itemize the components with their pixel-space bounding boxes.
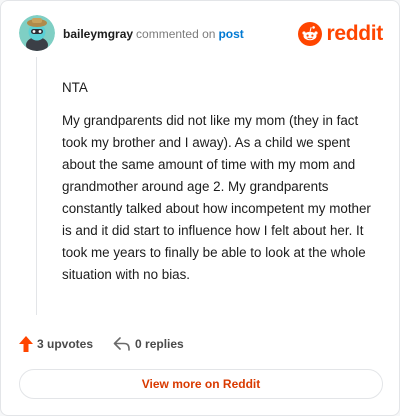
reddit-snoo-icon: [298, 22, 323, 46]
comment-header: baileymgray commented on post reddit: [19, 15, 383, 51]
thread-line: [36, 57, 37, 315]
comment-paragraph: NTA: [62, 80, 88, 95]
replies-button[interactable]: 0 replies: [113, 337, 184, 351]
comment-body: NTA My grandparents did not like my mom …: [62, 77, 378, 297]
post-link[interactable]: post: [218, 27, 243, 41]
user-avatar-icon: [19, 15, 55, 51]
commented-on-text: commented on: [136, 27, 216, 41]
reddit-comment-embed: baileymgray commented on post reddit NTA M…: [0, 0, 400, 416]
upvote-arrow-icon: [19, 336, 33, 352]
reply-count: 0 replies: [135, 337, 184, 351]
reddit-wordmark: reddit: [326, 22, 383, 45]
reddit-logo[interactable]: reddit: [298, 21, 383, 47]
username-link[interactable]: baileymgray: [63, 27, 133, 41]
upvote-count: 3 upvotes: [37, 337, 94, 351]
comment-paragraph: My grandparents did not like my mom (the…: [62, 113, 371, 282]
reply-arrow-icon: [113, 337, 130, 351]
view-more-button[interactable]: View more on Reddit: [19, 369, 383, 399]
comment-meta: baileymgray commented on post: [63, 27, 244, 41]
upvote-button[interactable]: 3 upvotes: [19, 336, 93, 352]
avatar[interactable]: [19, 15, 55, 51]
comment-actions: 3 upvotes 0 replies: [19, 333, 204, 355]
